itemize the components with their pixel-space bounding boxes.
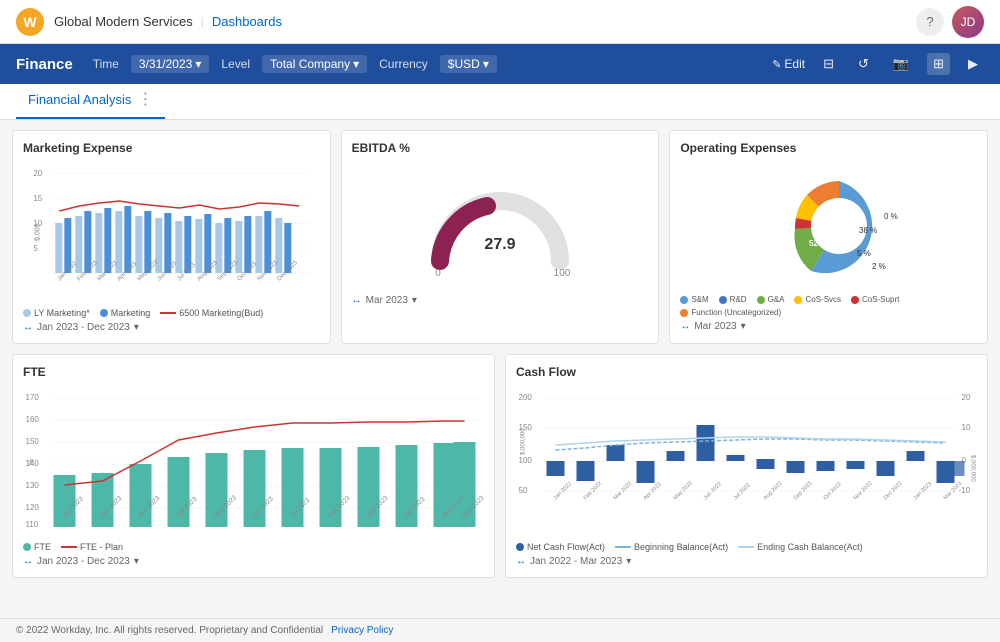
svg-text:2 %: 2 % <box>872 262 886 271</box>
svg-text:200: 200 <box>519 393 533 402</box>
cash-flow-card: Cash Flow 200 150 100 50 20 10 0 -10 $,0… <box>505 354 988 578</box>
svg-text:0 %: 0 % <box>884 212 898 221</box>
svg-text:Jul 2022: Jul 2022 <box>733 482 752 501</box>
operating-expenses-footer[interactable]: ↔ Mar 2023 ▾ <box>680 321 977 332</box>
user-avatar[interactable]: JD <box>952 6 984 38</box>
company-name: Global Modern Services <box>54 14 193 29</box>
camera-icon[interactable]: 📷 <box>887 52 915 76</box>
refresh-icon[interactable]: ↺ <box>852 52 875 76</box>
workday-logo[interactable]: W <box>16 8 44 36</box>
svg-text:20: 20 <box>33 169 42 178</box>
svg-text:5: 5 <box>33 244 38 253</box>
svg-text:5 %: 5 % <box>857 249 871 258</box>
svg-text:$,000: $,000 <box>34 223 41 241</box>
svg-text:20: 20 <box>962 393 971 402</box>
privacy-policy-link[interactable]: Privacy Policy <box>331 625 393 636</box>
marketing-legend: LY Marketing* Marketing 6500 Marketing(B… <box>23 308 320 318</box>
marketing-expense-card: Marketing Expense 20 15 10 5 $,000 <box>12 130 331 344</box>
svg-text:Oct 2022: Oct 2022 <box>823 481 843 501</box>
operating-expenses-legend: S&M R&D G&A CoS-Svcs CoS-Suprt Function … <box>680 295 977 317</box>
operating-expenses-title: Operating Expenses <box>680 141 977 155</box>
marketing-footer[interactable]: ↔ Jan 2023 - Dec 2023 ▾ <box>23 322 320 333</box>
currency-label: Currency <box>379 57 428 71</box>
level-label: Level <box>221 57 250 71</box>
svg-text:52 %: 52 % <box>809 239 827 248</box>
help-icon[interactable]: ? <box>916 8 944 36</box>
svg-text:170: 170 <box>26 393 40 402</box>
svg-text:120: 120 <box>26 503 40 512</box>
svg-text:15: 15 <box>33 194 42 203</box>
filter-icon[interactable]: ⊟ <box>817 52 840 76</box>
svg-text:27.9: 27.9 <box>484 236 515 253</box>
main-content: Marketing Expense 20 15 10 5 $,000 <box>0 120 1000 618</box>
copyright-text: © 2022 Workday, Inc. All rights reserved… <box>16 625 323 636</box>
level-value[interactable]: Total Company ▾ <box>262 55 367 73</box>
svg-text:50: 50 <box>519 486 528 495</box>
video-icon[interactable]: ▶ <box>962 52 984 76</box>
svg-text:$,000,000: $,000,000 <box>970 455 976 482</box>
fte-footer[interactable]: ↔ Jan 2023 - Dec 2023 ▾ <box>23 556 484 567</box>
cash-flow-title: Cash Flow <box>516 365 977 379</box>
ebitda-footer[interactable]: ↔ Mar 2023 ▾ <box>352 295 649 306</box>
svg-text:0: 0 <box>435 268 441 279</box>
finance-header: Finance Time 3/31/2023 ▾ Level Total Com… <box>0 44 1000 84</box>
time-label: Time <box>93 57 119 71</box>
ebitda-card: EBITDA % 27.9 0 100 ↔ Mar 2023 ▾ <box>341 130 660 344</box>
grid-icon[interactable]: ⊞ <box>927 53 950 75</box>
svg-text:10: 10 <box>962 423 971 432</box>
fte-chart: 170 160 150 140 130 120 110 % <box>23 385 484 535</box>
top-chart-row: Marketing Expense 20 15 10 5 $,000 <box>12 130 988 344</box>
tab-bar: Financial Analysis ⋮ <box>0 84 1000 120</box>
svg-text:$,000,000: $,000,000 <box>521 428 527 455</box>
ebitda-title: EBITDA % <box>352 141 649 155</box>
tab-options-icon[interactable]: ⋮ <box>137 89 153 109</box>
financial-analysis-tab[interactable]: Financial Analysis ⋮ <box>16 81 165 119</box>
svg-text:Jan 2023: Jan 2023 <box>913 481 933 501</box>
marketing-expense-title: Marketing Expense <box>23 141 320 155</box>
svg-text:130: 130 <box>26 481 40 490</box>
operating-expenses-donut: 52 % 38 % 0 % 5 % 2 % <box>729 161 929 291</box>
dashboards-link[interactable]: Dashboards <box>212 14 282 29</box>
cash-flow-legend: Net Cash Flow(Act) Beginning Balance(Act… <box>516 542 977 552</box>
bottom-chart-row: FTE 170 160 150 140 130 120 110 % <box>12 354 988 578</box>
time-value[interactable]: 3/31/2023 ▾ <box>131 55 209 73</box>
ebitda-gauge-area: 27.9 0 100 <box>352 161 649 291</box>
finance-title: Finance <box>16 56 73 73</box>
operating-expenses-donut-area: 52 % 38 % 0 % 5 % 2 % <box>680 161 977 291</box>
svg-text:Jun 2022: Jun 2022 <box>703 481 723 501</box>
svg-text:Jan 2022: Jan 2022 <box>553 481 573 501</box>
edit-button[interactable]: ✎ Edit <box>772 57 805 71</box>
svg-text:%: % <box>29 459 36 465</box>
svg-text:38 %: 38 % <box>859 226 877 235</box>
ebitda-gauge: 27.9 0 100 <box>420 171 580 281</box>
fte-legend: FTE FTE - Plan <box>23 542 484 552</box>
fte-card: FTE 170 160 150 140 130 120 110 % <box>12 354 495 578</box>
fte-title: FTE <box>23 365 484 379</box>
page-footer: © 2022 Workday, Inc. All rights reserved… <box>0 618 1000 642</box>
svg-text:100: 100 <box>519 456 533 465</box>
cash-flow-chart: 200 150 100 50 20 10 0 -10 $,000,000 $,0… <box>516 385 977 535</box>
svg-text:150: 150 <box>26 437 40 446</box>
svg-text:110: 110 <box>26 520 39 529</box>
marketing-expense-chart: 20 15 10 5 $,000 <box>23 161 320 301</box>
currency-value[interactable]: $USD ▾ <box>440 55 497 73</box>
cash-flow-footer[interactable]: ↔ Jan 2022 - Mar 2023 ▾ <box>516 556 977 567</box>
svg-text:Apr 2022: Apr 2022 <box>643 481 663 501</box>
svg-text:100: 100 <box>554 268 571 279</box>
operating-expenses-card: Operating Expenses <box>669 130 988 344</box>
top-nav: W Global Modern Services | Dashboards ? … <box>0 0 1000 44</box>
svg-text:160: 160 <box>26 415 40 424</box>
